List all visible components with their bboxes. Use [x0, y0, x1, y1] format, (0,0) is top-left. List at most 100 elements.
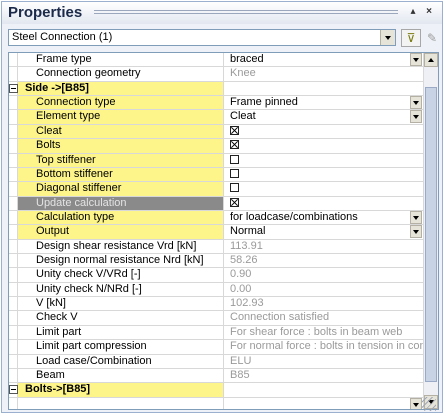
- object-selector-value: Steel Connection (1): [12, 31, 113, 43]
- checkbox-unchecked[interactable]: [230, 183, 239, 193]
- property-row[interactable]: Design shear resistance Vrd [kN] 113.91: [9, 239, 423, 255]
- chevron-down-icon[interactable]: [410, 96, 422, 110]
- property-row[interactable]: Diagonal stiffener: [9, 182, 423, 197]
- property-row[interactable]: Load case/Combination ELU: [9, 354, 423, 369]
- filter-button[interactable]: ⊽: [401, 29, 421, 47]
- property-value: 102.93: [224, 297, 423, 310]
- property-row[interactable]: Update calculation: [9, 196, 423, 211]
- property-value: 0.00: [224, 283, 423, 296]
- row-gutter: [9, 368, 18, 383]
- property-row[interactable]: [9, 397, 423, 409]
- property-name: [18, 397, 224, 409]
- property-row[interactable]: Design normal resistance Nrd [kN] 58.26: [9, 254, 423, 269]
- section-header-row[interactable]: Bolts->[B85]: [9, 383, 423, 398]
- property-row[interactable]: V [kN] 102.93: [9, 297, 423, 312]
- property-value[interactable]: Cleat: [224, 110, 423, 124]
- property-name: Connection type: [18, 96, 224, 110]
- row-gutter: [9, 311, 18, 325]
- property-value-text: For normal force : bolts in tension in c…: [230, 340, 423, 353]
- property-value[interactable]: Frame pinned: [224, 96, 423, 110]
- property-row[interactable]: Beam B85: [9, 368, 423, 384]
- row-gutter: [9, 239, 18, 254]
- property-value[interactable]: [224, 397, 423, 409]
- property-value: B85: [224, 369, 423, 382]
- chevron-down-icon[interactable]: [410, 225, 422, 239]
- chevron-down-icon[interactable]: [380, 30, 395, 45]
- property-value: 58.26: [224, 254, 423, 267]
- property-name: Output: [18, 225, 224, 239]
- chevron-down-icon[interactable]: [410, 397, 422, 409]
- row-gutter: [9, 53, 18, 67]
- collapse-icon[interactable]: [9, 385, 18, 395]
- property-row[interactable]: Calculation type for loadcase/combination…: [9, 210, 423, 226]
- property-value-text: For shear force : bolts in beam web: [230, 325, 403, 338]
- property-row[interactable]: Connection type Frame pinned: [9, 96, 423, 111]
- property-value-text: Normal: [230, 225, 266, 238]
- row-gutter: [9, 196, 18, 210]
- property-name: Limit part compression: [18, 340, 224, 354]
- property-value[interactable]: [224, 125, 423, 138]
- property-value-text: 0.00: [230, 282, 252, 295]
- property-row[interactable]: Check V Connection satisfied: [9, 311, 423, 326]
- property-value-text: 0.90: [230, 268, 252, 281]
- property-value[interactable]: [224, 154, 423, 167]
- property-value-text: ELU: [230, 354, 252, 367]
- checkbox-unchecked[interactable]: [230, 154, 239, 164]
- row-gutter: [9, 139, 18, 153]
- row-gutter: [9, 383, 18, 397]
- property-name: Diagonal stiffener: [18, 182, 224, 196]
- row-gutter: [9, 268, 18, 282]
- row-gutter: [9, 340, 18, 354]
- chevron-down-icon[interactable]: [410, 210, 422, 224]
- property-row[interactable]: Unity check N/NRd [-] 0.00: [9, 282, 423, 298]
- property-value[interactable]: for loadcase/combinations: [224, 210, 423, 224]
- checkbox-unchecked[interactable]: [230, 168, 239, 178]
- property-row[interactable]: Bolts: [9, 139, 423, 154]
- checkbox-checked[interactable]: [230, 140, 239, 150]
- resize-grip[interactable]: [422, 397, 436, 411]
- chevron-down-icon[interactable]: [410, 53, 422, 66]
- selector-row: Steel Connection (1) ⊽ ✎: [2, 25, 442, 49]
- property-row[interactable]: Cleat: [9, 124, 423, 140]
- property-row[interactable]: Limit part compression For normal force :…: [9, 340, 423, 355]
- row-gutter: [9, 325, 18, 340]
- property-value[interactable]: [224, 82, 423, 95]
- property-value[interactable]: braced: [224, 53, 423, 66]
- property-row[interactable]: Unity check V/VRd [-] 0.90: [9, 268, 423, 283]
- drag-grip[interactable]: [94, 10, 398, 16]
- row-gutter: [9, 397, 18, 409]
- collapse-icon[interactable]: [9, 83, 18, 93]
- section-header-row[interactable]: Side ->[B85]: [9, 81, 423, 97]
- property-value-text: for loadcase/combinations: [230, 210, 358, 223]
- checkbox-checked[interactable]: [230, 197, 239, 207]
- pin-icon[interactable]: ▴: [406, 5, 420, 19]
- property-row[interactable]: Output Normal: [9, 225, 423, 240]
- property-value[interactable]: Normal: [224, 225, 423, 239]
- property-row[interactable]: Top stiffener: [9, 153, 423, 168]
- property-value[interactable]: [224, 197, 423, 210]
- property-row[interactable]: Connection geometry Knee: [9, 67, 423, 82]
- vertical-scrollbar[interactable]: [423, 53, 438, 409]
- property-row[interactable]: Limit part For shear force : bolts in bea…: [9, 325, 423, 341]
- property-row[interactable]: Bottom stiffener: [9, 167, 423, 183]
- property-value[interactable]: [224, 168, 423, 181]
- property-value-text: Frame pinned: [230, 96, 298, 109]
- property-value[interactable]: [224, 383, 423, 396]
- row-gutter: [9, 153, 18, 167]
- property-name: Top stiffener: [18, 153, 224, 167]
- property-row[interactable]: Frame type braced: [9, 53, 423, 68]
- pencil-icon: ✎: [426, 31, 438, 45]
- object-selector[interactable]: Steel Connection (1): [8, 29, 396, 46]
- property-row[interactable]: Element type Cleat: [9, 110, 423, 125]
- close-icon[interactable]: ×: [422, 5, 436, 19]
- scroll-thumb[interactable]: [425, 86, 437, 382]
- checkbox-checked[interactable]: [230, 125, 239, 135]
- scroll-up-icon[interactable]: [424, 53, 438, 67]
- chevron-down-icon[interactable]: [410, 110, 422, 124]
- property-value[interactable]: [224, 139, 423, 152]
- edit-button[interactable]: ✎: [423, 29, 441, 47]
- property-name: Frame type: [18, 53, 224, 67]
- property-value[interactable]: [224, 182, 423, 195]
- row-gutter: [9, 167, 18, 182]
- property-name: Bottom stiffener: [18, 167, 224, 182]
